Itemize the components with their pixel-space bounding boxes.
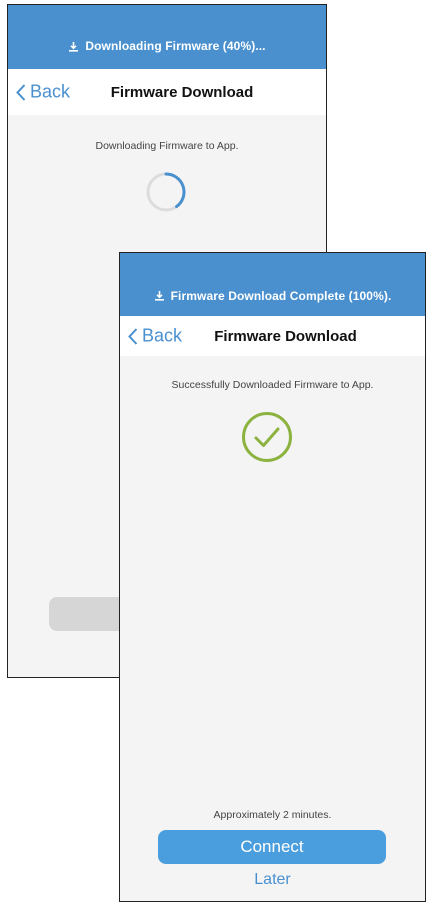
duration-note: Approximately 2 minutes. xyxy=(213,809,332,821)
status-text: Firmware Download Complete (100%). xyxy=(170,288,392,303)
status-banner: Firmware Download Complete (100%). xyxy=(120,253,425,316)
download-icon xyxy=(68,41,79,52)
phone-screen-complete: Firmware Download Complete (100%). Back … xyxy=(119,252,426,902)
download-icon xyxy=(154,290,165,301)
nav-bar: Back Firmware Download xyxy=(120,316,425,356)
status-text: Downloading Firmware (40%)... xyxy=(85,39,266,53)
status-message: Successfully Downloaded Firmware to App. xyxy=(171,379,374,391)
checkmark-circle-icon xyxy=(241,411,293,468)
page-title: Firmware Download xyxy=(110,83,254,101)
nav-bar: Back Firmware Download xyxy=(8,69,326,115)
status-message: Downloading Firmware to App. xyxy=(95,140,239,152)
later-link[interactable]: Later xyxy=(120,871,425,889)
loading-spinner-icon xyxy=(145,171,187,218)
status-banner: Downloading Firmware (40%)... xyxy=(8,5,326,69)
page-title: Firmware Download xyxy=(214,327,357,345)
connect-button[interactable]: Connect xyxy=(158,830,386,864)
